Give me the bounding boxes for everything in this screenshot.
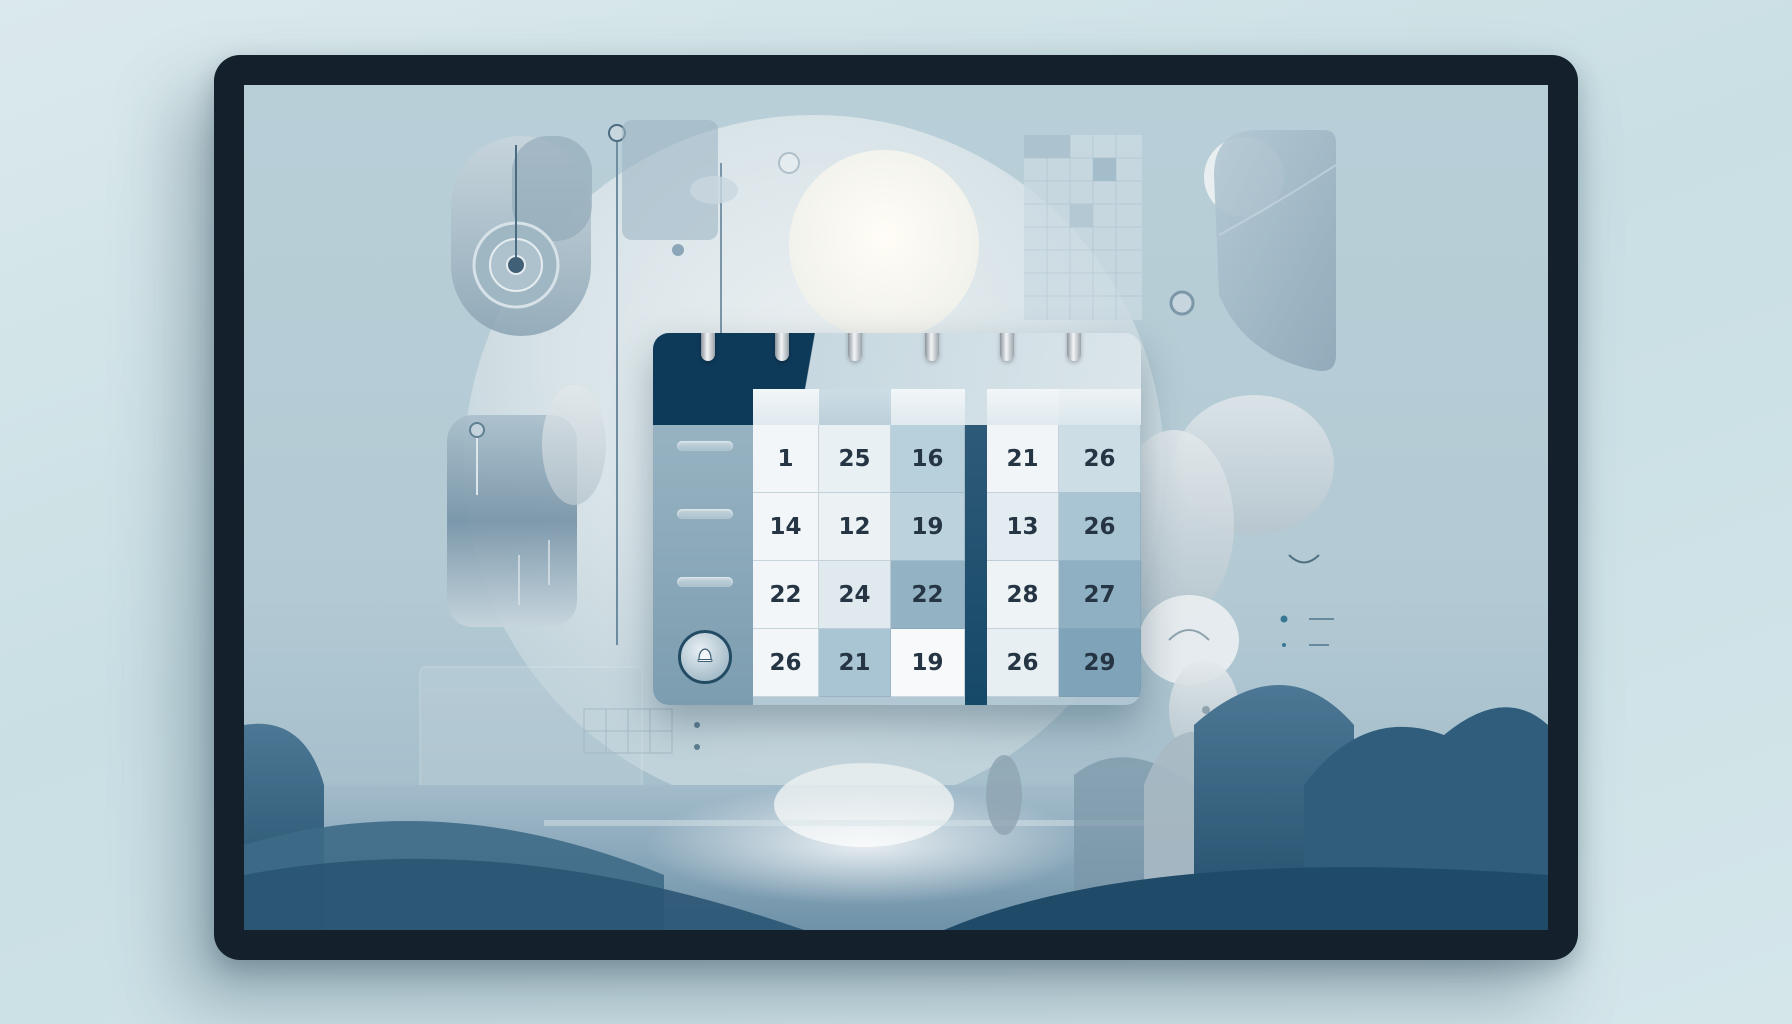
day-cell[interactable]: 28 [987,561,1059,629]
day-cell[interactable]: 25 [819,425,891,493]
day-cell[interactable]: 16 [891,425,965,493]
sidebar-pill[interactable] [677,577,733,587]
day-cell[interactable]: 29 [1059,629,1141,697]
day-cell[interactable]: 12 [819,493,891,561]
day-cell[interactable]: 21 [987,425,1059,493]
day-cell[interactable]: 13 [987,493,1059,561]
day-cell[interactable]: 26 [987,629,1059,697]
binder-ring [701,333,715,361]
day-cell[interactable]: 26 [753,629,819,697]
bell-icon [697,648,713,662]
day-cell[interactable]: 22 [891,561,965,629]
column-header [891,389,965,425]
mosaic-grid [1024,135,1142,320]
binder-ring [1067,333,1081,361]
day-cell[interactable]: 27 [1059,561,1141,629]
day-cell[interactable]: 14 [753,493,819,561]
right-card [1214,130,1336,371]
sidebar-pill[interactable] [677,509,733,519]
column-header [1059,389,1141,425]
day-cell[interactable]: 22 [753,561,819,629]
day-cell[interactable]: 21 [819,629,891,697]
binder-ring [848,333,862,361]
screen: 1 25 16 21 26 14 12 19 13 26 22 24 22 28… [244,85,1548,930]
column-header [753,389,819,425]
day-cell[interactable]: 26 [1059,425,1141,493]
day-cell[interactable]: 24 [819,561,891,629]
right-indicators [1280,554,1334,647]
column-header [819,389,891,425]
sun [789,150,979,340]
column-header [987,389,1059,425]
day-cell[interactable]: 1 [753,425,819,493]
binder-ring [925,333,939,361]
calendar-widget: 1 25 16 21 26 14 12 19 13 26 22 24 22 28… [653,333,1141,705]
binder-ring [775,333,789,361]
day-cell[interactable]: 19 [891,493,965,561]
binder-ring [1000,333,1014,361]
sidebar-pill[interactable] [677,441,733,451]
week-divider [965,425,987,705]
bell-button[interactable] [678,630,732,684]
day-cell[interactable]: 19 [891,629,965,697]
day-cell[interactable]: 26 [1059,493,1141,561]
calendar-sidebar [653,425,753,705]
